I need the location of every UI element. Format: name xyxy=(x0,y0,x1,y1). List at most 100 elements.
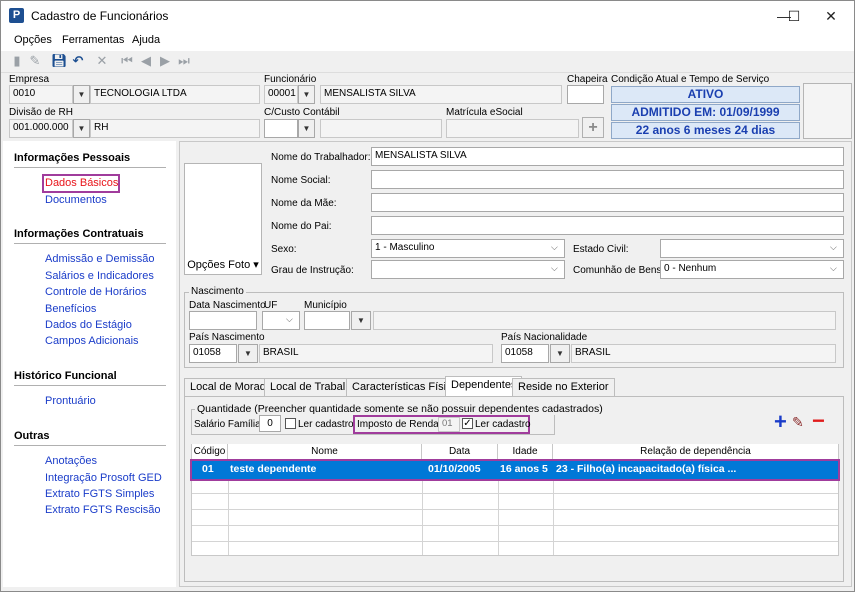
ccusto-input[interactable] xyxy=(264,119,298,138)
tempo-servico: 22 anos 6 meses 24 dias xyxy=(611,122,800,139)
ler-cadastro-2-checkbox[interactable]: ✓ xyxy=(462,418,473,429)
edit-icon[interactable]: ✎ xyxy=(27,53,43,69)
sidebar-item-extrato-rescisao[interactable]: Extrato FGTS Rescisão xyxy=(45,504,161,516)
opcoes-foto-button[interactable]: Opções Foto ▾ xyxy=(186,257,260,273)
divisao-label: Divisão de RH xyxy=(9,107,73,118)
sidebar-item-beneficios[interactable]: Benefícios xyxy=(45,303,96,315)
nome-pai-label: Nome do Pai: xyxy=(271,221,332,232)
window-title: Cadastro de Funcionários xyxy=(31,9,169,23)
menu-bar xyxy=(1,31,854,51)
pais-nacionalidade-code-input[interactable]: 01058 xyxy=(501,344,549,363)
pais-nacionalidade-name-field: BRASIL xyxy=(571,344,836,363)
sidebar-item-campos[interactable]: Campos Adicionais xyxy=(45,335,139,347)
column-header-idade[interactable]: Idade xyxy=(498,444,553,460)
municipio-dropdown-button[interactable]: ▼ xyxy=(351,311,371,330)
matricula-input[interactable] xyxy=(446,119,579,138)
tab-reside-exterior[interactable]: Reside no Exterior xyxy=(512,378,615,396)
tab-dependentes[interactable]: Dependentes xyxy=(445,376,523,396)
menu-ferramentas[interactable]: Ferramentas xyxy=(62,34,124,46)
opcoes-foto-label: Opções Foto xyxy=(187,259,251,271)
column-header-relacao[interactable]: Relação de dependência xyxy=(553,444,838,460)
chapeira-input[interactable] xyxy=(567,85,604,104)
edit-dependente-icon[interactable]: ✎ xyxy=(792,413,804,431)
nome-trabalhador-label: Nome do Trabalhador: xyxy=(271,152,371,163)
section-outras: Outras xyxy=(14,430,50,442)
comunhao-label: Comunhão de Bens: xyxy=(573,265,665,276)
last-record-icon[interactable]: ⏭︎ xyxy=(176,53,192,69)
refresh-icon[interactable] xyxy=(72,87,88,103)
nome-pai-input[interactable] xyxy=(371,216,844,235)
data-nascimento-label: Data Nascimento xyxy=(189,300,266,311)
table-row[interactable]: 01 teste dependente 01/10/2005 16 anos 5… xyxy=(192,461,838,479)
sexo-select[interactable]: 1 - Masculino xyxy=(371,239,565,258)
cell-codigo: 01 xyxy=(202,463,214,475)
pais-nacionalidade-label: País Nacionalidade xyxy=(501,332,588,343)
grau-instrucao-label: Grau de Instrução: xyxy=(271,265,354,276)
previous-record-icon[interactable]: ◀ xyxy=(138,53,154,69)
nome-mae-input[interactable] xyxy=(371,193,844,212)
salario-familia-input[interactable]: 0 xyxy=(259,415,281,432)
funcionario-dropdown-button[interactable]: ▼ xyxy=(298,85,315,104)
add-matricula-button[interactable]: + xyxy=(582,117,604,138)
ccusto-dropdown-button[interactable]: ▼ xyxy=(298,119,315,138)
new-icon[interactable]: ▮ xyxy=(9,53,25,69)
comunhao-select[interactable]: 0 - Nenhum xyxy=(660,260,844,279)
estado-civil-select[interactable] xyxy=(660,239,844,258)
sidebar-item-estagio[interactable]: Dados do Estágio xyxy=(45,319,132,331)
save-icon[interactable]: 💾︎ xyxy=(51,53,68,69)
column-header-data-nascimento[interactable]: Data Nascimento xyxy=(422,444,498,472)
column-header-codigo[interactable]: Código xyxy=(192,444,228,460)
ler-cadastro-1-checkbox[interactable] xyxy=(285,418,296,429)
estado-civil-label: Estado Civil: xyxy=(573,244,629,255)
cell-relacao: 23 - Filho(a) incapacitado(a) física ... xyxy=(556,463,737,475)
uf-select[interactable] xyxy=(262,311,300,330)
empresa-code-input[interactable]: 0010 xyxy=(9,85,73,104)
nome-trabalhador-input[interactable]: MENSALISTA SILVA xyxy=(371,147,844,166)
first-record-icon[interactable]: ⏮︎ xyxy=(119,53,135,69)
sidebar-item-salarios[interactable]: Salários e Indicadores xyxy=(45,270,154,282)
sidebar-item-prontuario[interactable]: Prontuário xyxy=(45,395,96,407)
funcionario-code-input[interactable]: 00001 xyxy=(264,85,298,104)
sidebar-item-admissao[interactable]: Admissão e Demissão xyxy=(45,253,154,265)
delete-icon[interactable]: ✕ xyxy=(94,53,110,69)
sexo-label: Sexo: xyxy=(271,244,297,255)
sidebar-item-controle[interactable]: Controle de Horários xyxy=(45,286,147,298)
divider xyxy=(14,243,166,244)
quantidade-group-label: Quantidade (Preencher quantidade somente… xyxy=(195,403,605,415)
cell-nome: teste dependente xyxy=(230,463,317,475)
remove-dependente-icon[interactable]: − xyxy=(812,410,825,432)
chevron-down-icon: ⌵ xyxy=(551,242,558,252)
ler-cadastro-2-label: Ler cadastro xyxy=(475,419,531,430)
small-photo-box xyxy=(803,83,852,139)
undo-icon[interactable]: ↶ xyxy=(70,53,86,69)
sidebar-item-integracao[interactable]: Integração Prosoft GED xyxy=(45,472,162,484)
add-dependente-icon[interactable]: + xyxy=(774,411,787,433)
nome-social-input[interactable] xyxy=(371,170,844,189)
pais-nascimento-dropdown-button[interactable]: ▼ xyxy=(238,344,258,363)
sidebar-item-anotacoes[interactable]: Anotações xyxy=(45,455,97,467)
data-nascimento-input[interactable] xyxy=(189,311,257,330)
chevron-down-icon: ⌵ xyxy=(551,263,558,273)
sidebar-item-dados-basicos[interactable]: Dados Básicos xyxy=(45,177,118,189)
menu-opcoes[interactable]: Opções xyxy=(14,34,52,46)
ccusto-name-field xyxy=(320,119,442,138)
pais-nascimento-code-input[interactable]: 01058 xyxy=(189,344,237,363)
divider xyxy=(14,385,166,386)
grau-instrucao-select[interactable] xyxy=(371,260,565,279)
municipio-name-field xyxy=(373,311,836,330)
imposto-renda-input[interactable]: 01 xyxy=(438,417,460,432)
municipio-code-input[interactable] xyxy=(304,311,350,330)
chevron-down-icon: ⌵ xyxy=(830,263,837,273)
divisao-dropdown-button[interactable]: ▼ xyxy=(73,119,90,138)
pais-nacionalidade-dropdown-button[interactable]: ▼ xyxy=(550,344,570,363)
close-button[interactable]: ✕ xyxy=(808,1,854,31)
menu-ajuda[interactable]: Ajuda xyxy=(132,34,160,46)
divisao-code-input[interactable]: 001.000.000 xyxy=(9,119,73,138)
sidebar-item-documentos[interactable]: Documentos xyxy=(45,194,107,206)
next-record-icon[interactable]: ▶ xyxy=(157,53,173,69)
funcionario-label: Funcionário xyxy=(264,74,317,85)
salario-familia-label: Salário Família xyxy=(194,419,261,430)
sidebar-item-extrato-simples[interactable]: Extrato FGTS Simples xyxy=(45,488,154,500)
admitido-em: ADMITIDO EM: 01/09/1999 xyxy=(611,104,800,121)
column-header-nome[interactable]: Nome xyxy=(228,444,422,460)
